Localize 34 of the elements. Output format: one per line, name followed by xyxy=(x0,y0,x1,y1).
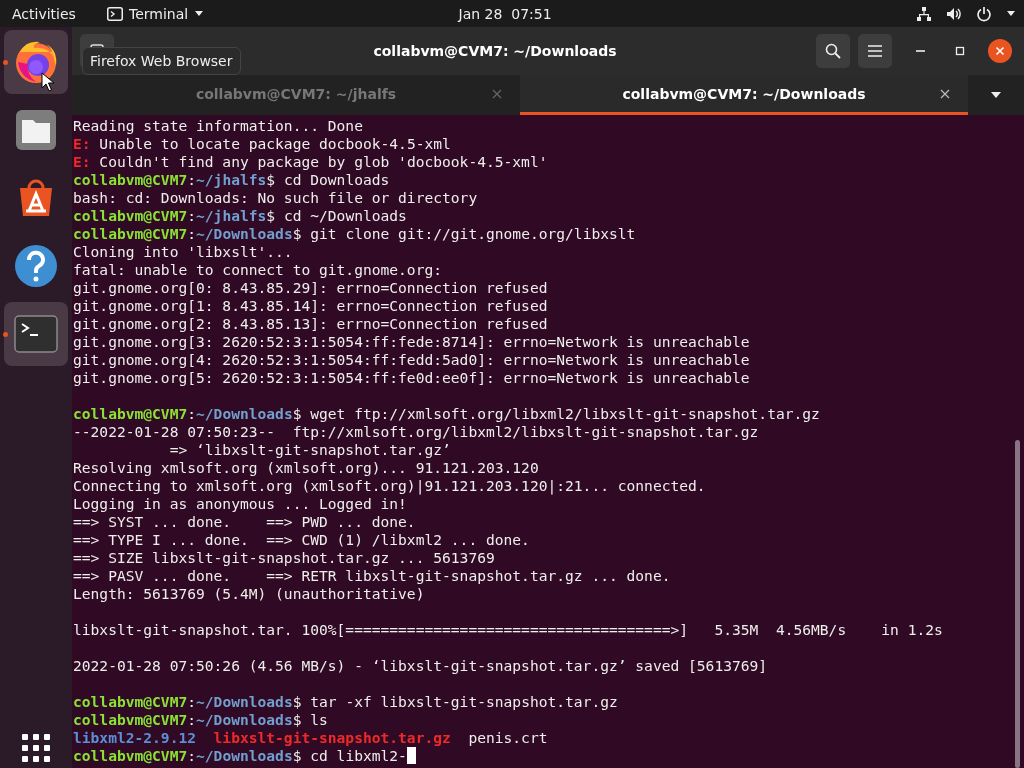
terminal-line: collabvm@CVM7:~/Downloads$ ls xyxy=(73,711,328,729)
terminal-line: Reading state information... Done xyxy=(73,117,363,135)
terminal-line: ==> SIZE libxslt-git-snapshot.tar.gz ... 5613769 xyxy=(73,549,495,567)
terminal-line: collabvm@CVM7:~/Downloads$ wget ftp://xmlsoft.org/libxml2/libxslt-git-snapshot.tar.gz xyxy=(73,405,820,423)
tooltip: Firefox Web Browser xyxy=(82,47,241,75)
terminal-line: --2022-01-28 07:50:23-- ftp://xmlsoft.org/libxml2/libxslt-git-snapshot.tar.gz xyxy=(73,423,759,441)
terminal-line: git.gnome.org[3: 2620:52:3:1:5054:ff:fede:8714]: errno=Network is unreachable xyxy=(73,333,750,351)
terminal-line: => ‘libxslt-git-snapshot.tar.gz’ xyxy=(168,441,451,459)
terminal-line: libxml2-2.9.12 libxslt-git-snapshot.tar.gz penis.crt xyxy=(73,729,548,747)
terminal-line: 2022-01-28 07:50:26 (4.56 MB/s) - ‘libxslt-git-snapshot.tar.gz’ saved [5613769] xyxy=(73,657,768,675)
terminal-line: Resolving xmlsoft.org (xmlsoft.org)... 91.121.203.120 xyxy=(73,459,539,477)
terminal-line: git.gnome.org[5: 2620:52:3:1:5054:ff:fe0d:ee0f]: errno=Network is unreachable xyxy=(73,369,750,387)
terminal-line: git.gnome.org[0: 8.43.85.29]: errno=Connection refused xyxy=(73,279,548,297)
terminal-line: fatal: unable to connect to git.gnome.org: xyxy=(73,261,443,279)
terminal-line: E: Couldn't find any package by glob 'docbook-4.5-xml' xyxy=(73,153,548,171)
terminal-line: E: Unable to locate package docbook-4.5-xml xyxy=(73,135,451,153)
window-title: collabvm@CVM7: ~/Downloads xyxy=(372,43,618,59)
terminal-line: collabvm@CVM7:~/jhalfs$ cd ~/Downloads xyxy=(73,207,407,225)
terminal-line: ==> PASV ... done. ==> RETR libxslt-git-snapshot.tar.gz ... done. xyxy=(73,567,671,585)
terminal-line: collabvm@CVM7:~/Downloads$ tar -xf libxslt-git-snapshot.tar.gz xyxy=(73,693,618,711)
terminal-line: git.gnome.org[4: 2620:52:3:1:5054:ff:fedd:5ad0]: errno=Network is unreachable xyxy=(73,351,750,369)
terminal-line: collabvm@CVM7:~/Downloads$ git clone git://git.gnome.org/libxslt xyxy=(73,225,636,243)
terminal-line: git.gnome.org[2: 8.43.85.13]: errno=Connection refused xyxy=(73,315,548,333)
terminal-line: Length: 5613769 (5.4M) (unauthoritative) xyxy=(73,585,425,603)
terminal-line: collabvm@CVM7:~/jhalfs$ cd Downloads xyxy=(73,171,390,189)
terminal-line: ==> TYPE I ... done. ==> CWD (1) /libxml2 ... done. xyxy=(73,531,530,549)
terminal-line: git.gnome.org[1: 8.43.85.14]: errno=Connection refused xyxy=(73,297,548,315)
terminal-line: ==> SYST ... done. ==> PWD ... done. xyxy=(73,513,416,531)
terminal-line: libxslt-git-snapshot.tar. 100%[=====================================>] 5.35M 4.56MB/s in 1.2s xyxy=(73,621,943,639)
terminal-line: Connecting to xmlsoft.org (xmlsoft.org)|91.121.203.120|:21... connected. xyxy=(73,477,706,495)
terminal-line: Logging in as anonymous ... Logged in! xyxy=(73,495,407,513)
terminal-line: collabvm@CVM7:~/Downloads$ cd libxml2- xyxy=(73,747,407,765)
terminal-line: bash: cd: Downloads: No such file or directory xyxy=(73,189,478,207)
terminal-line: Cloning into 'libxslt'... xyxy=(73,243,293,261)
